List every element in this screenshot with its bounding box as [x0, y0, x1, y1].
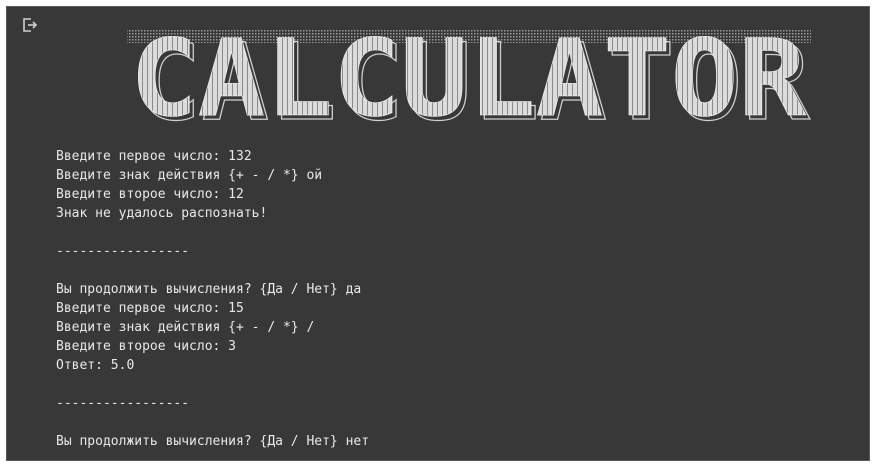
ascii-art-banner: CALCULATOR CALCULATOR — [127, 27, 811, 129]
output-line: Введите второе число: 3 — [56, 339, 237, 354]
separator-line: ----------------- — [56, 396, 190, 411]
output-line: Введите знак действия {+ - / *} ой — [56, 168, 323, 183]
output-line: Ответ: 5.0 — [56, 358, 135, 373]
banner-title: CALCULATOR — [130, 27, 806, 129]
output-line: Введите второе число: 12 — [56, 187, 244, 202]
program-output: Введите первое число: 132 Введите знак де… — [56, 147, 369, 451]
separator-line: ----------------- — [56, 244, 190, 259]
output-cell: CALCULATOR CALCULATOR Введите первое чис… — [6, 6, 870, 461]
output-line: Вы продолжить вычисления? {Да / Нет} да — [56, 282, 362, 297]
output-line: Введите первое число: 132 — [56, 149, 252, 164]
output-line: Введите знак действия {+ - / *} / — [56, 320, 315, 335]
output-line: Вы продолжить вычисления? {Да / Нет} нет — [56, 434, 370, 449]
output-line: Введите первое число: 15 — [56, 301, 244, 316]
output-line: Знак не удалось распознать! — [56, 206, 268, 221]
exit-to-app-icon[interactable] — [21, 16, 39, 34]
